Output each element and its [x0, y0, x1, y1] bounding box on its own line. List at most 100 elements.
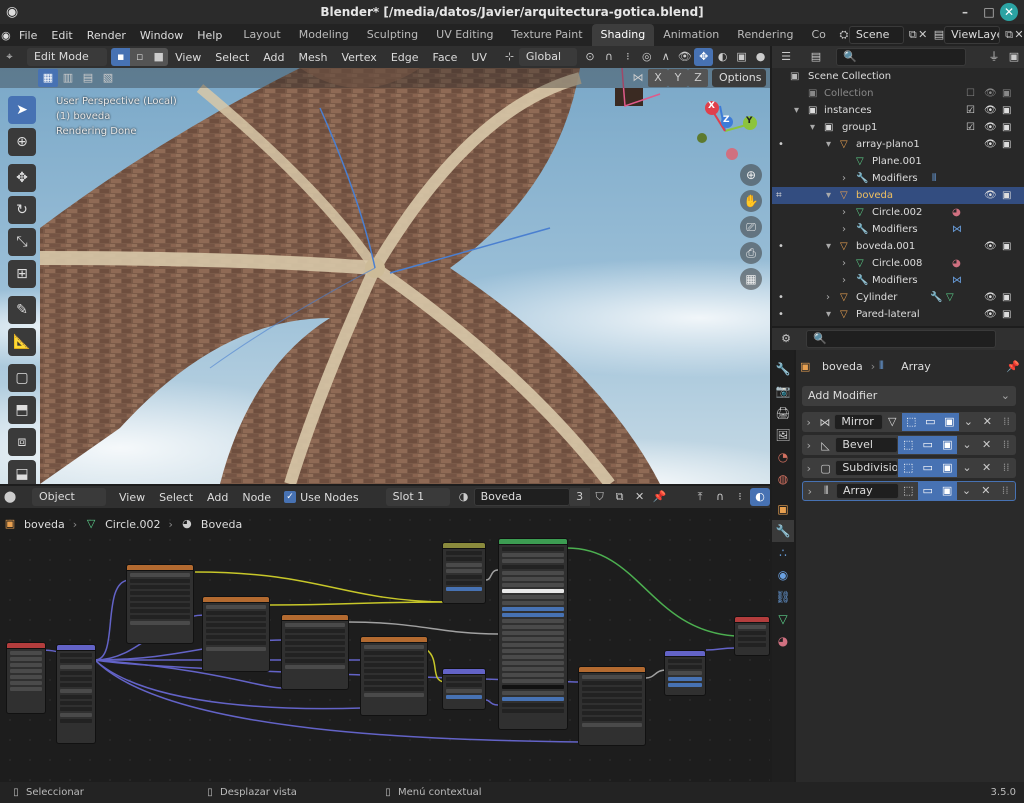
close-icon[interactable]: ✕ [977, 436, 997, 454]
render-toggle-icon[interactable]: ▣ [937, 482, 957, 500]
pan-hand-icon[interactable]: ✋ [740, 190, 762, 212]
modifier-subdivision[interactable]: › ▢ Subdivision ⬚ ▭ ▣ ⌄ ✕ ⁞⁞ [802, 458, 1016, 478]
modifier-array[interactable]: › ⫴ Array ⬚ ▭ ▣ ⌄ ✕ ⁞⁞ [802, 481, 1016, 501]
select-tool-icon[interactable]: ➤ [8, 96, 36, 124]
normal-map-node[interactable] [442, 668, 486, 710]
render-camera-icon[interactable]: ▣ [1002, 238, 1011, 255]
measure-tool-icon[interactable]: 📐 [8, 328, 36, 356]
image-texture-node[interactable] [126, 564, 194, 644]
ne-menu-add[interactable]: Add [200, 491, 235, 504]
tab-shading[interactable]: Shading [591, 24, 655, 46]
output-tab-icon[interactable]: 🖨 [772, 402, 794, 424]
unlink-material-icon[interactable]: ✕ [630, 488, 650, 506]
new-view-layer-icon[interactable]: ⧉ [1004, 26, 1014, 44]
chevron-right-icon[interactable]: › [842, 221, 846, 238]
exclude-checkbox[interactable]: ☐ [966, 85, 975, 102]
chevron-down-icon[interactable]: ⌄ [957, 459, 977, 477]
eye-icon[interactable]: 👁 [984, 85, 997, 102]
edit-mode-toggle-icon[interactable]: ⬚ [898, 436, 918, 454]
texture-coordinate-node[interactable] [6, 642, 46, 714]
node-editor-type-icon[interactable]: ⬤ [0, 488, 20, 506]
parent-node-icon[interactable]: ⤒ [690, 488, 710, 506]
chevron-down-icon[interactable]: ▾ [794, 102, 799, 119]
vp-menu-view[interactable]: View [168, 51, 208, 64]
eye-icon[interactable]: 👁 [984, 289, 997, 306]
modifier-bevel[interactable]: › ◺ Bevel ⬚ ▭ ▣ ⌄ ✕ ⁞⁞ [802, 435, 1016, 455]
particles-tab-icon[interactable]: ∴ [772, 542, 794, 564]
tab-uv-editing[interactable]: UV Editing [427, 24, 502, 46]
fake-user-icon[interactable]: ⛉ [590, 488, 610, 506]
outliner-row-modifiers[interactable]: › 🔧 Modifiers ⋈ [772, 221, 1024, 238]
modifier-mirror[interactable]: › ⋈ Mirror ▽ ⬚ ▭ ▣ ⌄ ✕ ⁞⁞ [802, 412, 1016, 432]
tab-texture-paint[interactable]: Texture Paint [503, 24, 592, 46]
render-camera-icon[interactable]: ▣ [1002, 289, 1011, 306]
chevron-down-icon[interactable]: ▾ [826, 306, 831, 323]
close-icon[interactable]: ✕ [978, 413, 997, 431]
menu-render[interactable]: Render [80, 29, 133, 42]
physics-tab-icon[interactable]: ◉ [772, 564, 794, 586]
filter-icon[interactable]: ⏚ [984, 48, 1004, 66]
material-name-field[interactable]: Boveda [473, 488, 570, 506]
ortho-grid-icon[interactable]: ▦ [740, 268, 762, 290]
image-texture-node[interactable] [578, 666, 646, 746]
modifier-name-field[interactable]: Subdivision [835, 460, 899, 476]
outliner-row-modifiers[interactable]: › 🔧 Modifiers ⋈ [772, 272, 1024, 289]
ne-menu-node[interactable]: Node [235, 491, 278, 504]
select-box-icon[interactable]: ▦ [38, 69, 58, 87]
mix-node[interactable] [442, 542, 486, 604]
eye-icon[interactable]: 👁 [984, 187, 997, 204]
mirror-x-toggle[interactable]: X [648, 69, 668, 87]
close-icon[interactable]: ✕ [977, 459, 997, 477]
drag-handle-icon[interactable]: ⁞⁞ [996, 482, 1015, 500]
render-camera-icon[interactable]: ▣ [1002, 187, 1011, 204]
scene-tab-icon[interactable]: ◔ [772, 446, 794, 468]
zoom-icon[interactable]: ⊕ [740, 164, 762, 186]
view-layer-icon[interactable]: ▤ [934, 26, 944, 44]
node-editor-canvas[interactable] [0, 510, 770, 782]
tab-modeling[interactable]: Modeling [290, 24, 358, 46]
shading-solid-icon[interactable]: ● [751, 48, 770, 66]
tab-animation[interactable]: Animation [654, 24, 728, 46]
menu-help[interactable]: Help [190, 29, 229, 42]
outliner-row-group1[interactable]: ▾ ▣ group1 ☑ 👁 ▣ [772, 119, 1024, 136]
cursor-tool-icon[interactable]: ⊕ [8, 128, 36, 156]
node-snap-target-icon[interactable]: ⁝ [730, 488, 750, 506]
edit-mode-toggle-icon[interactable]: ⬚ [899, 482, 918, 500]
render-camera-icon[interactable]: ▣ [1002, 85, 1011, 102]
editor-type-icon[interactable]: ⌖ [0, 48, 19, 66]
tab-sculpting[interactable]: Sculpting [358, 24, 427, 46]
maximize-icon[interactable]: □ [980, 3, 998, 21]
mirror-z-toggle[interactable]: Z [688, 69, 708, 87]
render-toggle-icon[interactable]: ▣ [937, 436, 958, 454]
menu-edit[interactable]: Edit [44, 29, 79, 42]
mapping-node[interactable] [56, 644, 96, 744]
eye-icon[interactable]: 👁 [984, 136, 997, 153]
edit-mode-icon[interactable]: ⌗ [776, 187, 782, 204]
close-icon[interactable]: ✕ [1000, 3, 1018, 21]
image-texture-node[interactable] [281, 614, 349, 690]
orientation-icon[interactable]: ⊹ [500, 48, 519, 66]
scale-tool-icon[interactable]: ⤡ [8, 228, 36, 256]
snap-target-icon[interactable]: ⁝ [618, 48, 637, 66]
inset-tool-icon[interactable]: ⧈ [8, 428, 36, 456]
image-texture-node[interactable] [360, 636, 428, 716]
chevron-down-icon[interactable]: ▾ [826, 136, 831, 153]
outliner-row-plane001[interactable]: ▽ Plane.001 [772, 153, 1024, 170]
add-modifier-dropdown[interactable]: Add Modifier ⌄ [802, 386, 1016, 406]
move-tool-icon[interactable]: ✥ [8, 164, 36, 192]
vp-menu-add[interactable]: Add [256, 51, 291, 64]
tab-layout[interactable]: Layout [234, 24, 289, 46]
outliner-row-collection[interactable]: ▣ Collection ☐ 👁 ▣ [772, 85, 1024, 102]
material-tab-icon[interactable]: ◕ [772, 630, 794, 652]
eye-icon[interactable]: 👁 [984, 306, 997, 323]
vp-menu-edge[interactable]: Edge [384, 51, 426, 64]
duplicate-material-icon[interactable]: ⧉ [610, 488, 630, 506]
tab-rendering[interactable]: Rendering [728, 24, 802, 46]
chevron-right-icon[interactable]: › [803, 485, 817, 498]
scene-icon[interactable]: ⛭ [839, 26, 849, 44]
modifier-name-field[interactable]: Bevel [835, 437, 899, 453]
vertex-select-icon[interactable]: ▪ [111, 48, 131, 66]
tab-compositing[interactable]: Co [802, 24, 834, 46]
chevron-down-icon[interactable]: ⌄ [957, 482, 976, 500]
mirror-icon[interactable]: ⋈ [628, 69, 648, 87]
